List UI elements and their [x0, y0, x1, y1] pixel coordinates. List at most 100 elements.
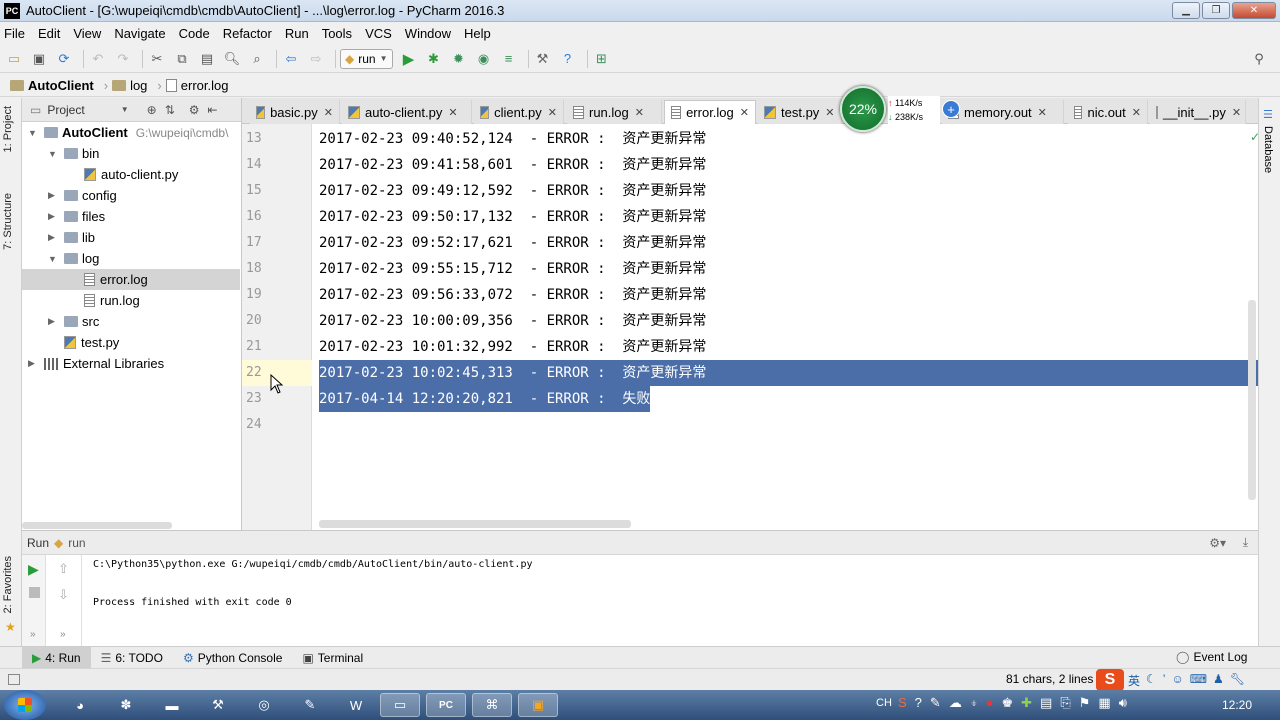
code-editor[interactable]: 13 14 15 16 17 18 19 20 21 22 23 24 2017-02-23 09:4…	[242, 124, 1258, 530]
close-tab-icon[interactable]: ✕	[448, 106, 457, 119]
code-line[interactable]: 2017-02-23 09:56:33,072 - ERROR : 资产更新异常	[319, 282, 706, 308]
database-tool-tab[interactable]: Database	[1262, 126, 1274, 173]
tool-tab[interactable]: ☰ 6: TODO	[91, 647, 173, 669]
cut-icon[interactable]: ✂	[147, 49, 167, 69]
editor-tab[interactable]: __init__.py ✕	[1150, 100, 1246, 124]
gear-icon[interactable]: ⚙▾	[1209, 536, 1226, 550]
tree-item[interactable]: ▶ files	[22, 206, 240, 227]
tool-tab[interactable]: ▣ Terminal	[292, 647, 373, 669]
code-line[interactable]: 2017-02-23 09:40:52,124 - ERROR : 资产更新异常	[319, 126, 706, 152]
pycharm-taskbar-icon[interactable]: PC	[426, 693, 466, 717]
editor-tab[interactable]: run.log ✕	[567, 100, 662, 124]
editor-tab[interactable]: client.py ✕	[474, 100, 564, 124]
window-tray-icon[interactable]: ▤	[1040, 695, 1052, 711]
tree-item[interactable]: ▶ src	[22, 311, 240, 332]
menu-refactor[interactable]: Refactor	[223, 26, 272, 41]
stop-icon[interactable]	[29, 587, 40, 598]
collapsed-arrow-icon[interactable]: ▶	[48, 232, 58, 243]
find-icon[interactable]: 🔍︎	[222, 49, 242, 69]
breadcrumb-item-error-log[interactable]: error.log	[165, 78, 228, 93]
cloud-tray-icon[interactable]: ☁	[949, 695, 962, 711]
run-icon[interactable]: ▶	[399, 49, 419, 69]
menu-file[interactable]: File	[4, 26, 25, 41]
plus-tray-icon[interactable]: ✚	[1021, 695, 1032, 711]
close-button[interactable]: ✕	[1232, 2, 1276, 19]
close-tab-icon[interactable]: ✕	[740, 106, 749, 119]
close-tab-icon[interactable]: ✕	[324, 106, 333, 119]
tree-item[interactable]: test.py	[22, 332, 240, 353]
code-line[interactable]: 2017-02-23 09:41:58,601 - ERROR : 资产更新异常	[319, 152, 706, 178]
menu-code[interactable]: Code	[179, 26, 210, 41]
tree-item[interactable]: ▶ External Libraries	[22, 353, 240, 374]
language-indicator[interactable]: CH	[876, 697, 892, 709]
collapsed-arrow-icon[interactable]: ▶	[48, 316, 58, 327]
debug-icon[interactable]: ✱	[424, 49, 444, 69]
copy-icon[interactable]: ⧉	[172, 49, 192, 69]
hide-panel-icon[interactable]: ⤓	[1243, 535, 1248, 550]
editor-tab[interactable]: auto-client.py ✕	[342, 100, 472, 124]
accelerate-icon[interactable]: +	[942, 100, 960, 118]
collapsed-arrow-icon[interactable]: ▶	[48, 211, 58, 222]
punctuation-icon[interactable]: ’	[1163, 672, 1166, 689]
wrench-icon[interactable]: 🔧︎	[1230, 672, 1245, 689]
tree-item[interactable]: ▼ log	[22, 248, 240, 269]
ime-language[interactable]: 英	[1128, 672, 1140, 689]
search-everywhere-icon[interactable]: ⚲	[1249, 49, 1269, 69]
sogou-tray-icon[interactable]: S	[898, 695, 907, 711]
volume-tray-icon[interactable]: 🔊︎	[1119, 695, 1127, 711]
expanded-arrow-icon[interactable]: ▼	[28, 128, 38, 138]
rerun-icon[interactable]: ▶	[28, 561, 39, 578]
sogou-ime-icon[interactable]: S	[1096, 669, 1124, 691]
more-icon[interactable]: »	[30, 629, 36, 640]
close-tab-icon[interactable]: ✕	[1132, 106, 1141, 119]
paint-taskbar-icon[interactable]: ✽	[106, 693, 146, 717]
hide-icon[interactable]: ⇤	[208, 103, 218, 117]
editor-tab[interactable]: basic.py ✕	[250, 100, 340, 124]
close-tab-icon[interactable]: ✕	[1232, 106, 1241, 119]
menu-vcs[interactable]: VCS	[365, 26, 392, 41]
network-taskbar-icon[interactable]: ⌘	[472, 693, 512, 717]
usb-tray-icon[interactable]: ⎘	[1060, 695, 1070, 711]
coverage-icon[interactable]: ✹	[449, 49, 469, 69]
breadcrumb-item-log[interactable]: log	[112, 78, 147, 93]
run-config-select[interactable]: ◆ run ▼	[340, 48, 393, 69]
editor-tab[interactable]: test.py ✕	[758, 100, 842, 124]
network-tray-icon[interactable]: ▦	[1098, 695, 1110, 711]
tools-taskbar-icon[interactable]: ⚒	[198, 693, 238, 717]
tool-tab[interactable]: ▶ 4: Run	[22, 646, 91, 669]
firefox-like-taskbar-icon[interactable]: ◕	[60, 693, 100, 717]
more-icon[interactable]: »	[60, 629, 66, 640]
expanded-arrow-icon[interactable]: ▼	[48, 254, 58, 264]
tree-item[interactable]: ▼ bin	[22, 143, 240, 164]
skin-icon[interactable]: ♟	[1213, 672, 1224, 689]
tree-item[interactable]: ▶ lib	[22, 227, 240, 248]
menu-tools[interactable]: Tools	[322, 26, 352, 41]
start-button[interactable]	[4, 690, 46, 720]
collapse-all-icon[interactable]: ⇅	[165, 103, 175, 117]
network-speed-widget[interactable]: 22% ↑ 114K/s ↓ 238K/s +	[840, 86, 965, 132]
close-tab-icon[interactable]: ✕	[825, 106, 834, 119]
save-all-icon[interactable]: ▣	[29, 49, 49, 69]
record-tray-icon[interactable]: ●	[986, 695, 994, 711]
menu-help[interactable]: Help	[464, 26, 491, 41]
close-tab-icon[interactable]: ✕	[548, 106, 557, 119]
pen-tray-icon[interactable]: ✎	[930, 695, 941, 711]
moon-icon[interactable]: ☾	[1146, 672, 1157, 689]
redo-icon[interactable]: ↷	[113, 49, 133, 69]
code-line[interactable]: 2017-02-23 09:49:12,592 - ERROR : 资产更新异常	[319, 178, 706, 204]
tool-tab[interactable]: ⚙ Python Console	[173, 647, 293, 669]
tree-hscrollbar[interactable]	[22, 522, 172, 529]
menu-view[interactable]: View	[73, 26, 101, 41]
project-panel-title[interactable]: Project	[47, 103, 84, 117]
open-folder-icon[interactable]: ▭	[4, 49, 24, 69]
collapsed-arrow-icon[interactable]: ▶	[48, 190, 58, 201]
concurrency-icon[interactable]: ≡	[499, 49, 519, 69]
menu-run[interactable]: Run	[285, 26, 309, 41]
menu-edit[interactable]: Edit	[38, 26, 60, 41]
code-line[interactable]: 2017-04-14 12:20:20,821 - ERROR : 失败	[319, 386, 651, 412]
project-tool-tab[interactable]: 1: Project	[2, 106, 14, 152]
tree-item[interactable]: run.log	[22, 290, 240, 311]
tree-item[interactable]: ▼ AutoClient G:\wupeiqi\cmdb\	[22, 122, 240, 143]
chrome-taskbar-icon[interactable]: ◎	[244, 693, 284, 717]
expanded-arrow-icon[interactable]: ▼	[48, 149, 58, 159]
